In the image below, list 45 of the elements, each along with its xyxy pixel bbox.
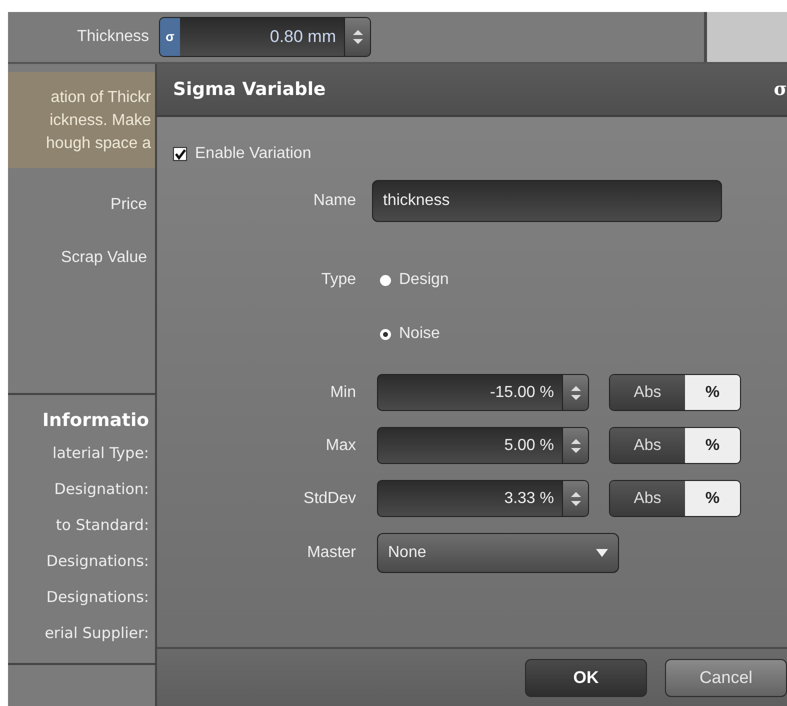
radio-button[interactable] — [380, 328, 391, 340]
field-label: StdDev — [302, 488, 357, 508]
section-heading: Informatio — [42, 409, 149, 433]
dialog-button[interactable]: OK — [525, 658, 647, 696]
sigma-button[interactable]: σ — [160, 18, 180, 56]
info-label: Designation: — [54, 479, 149, 500]
caret-icon — [596, 549, 608, 557]
spinner-icon[interactable] — [562, 481, 588, 516]
info-label: laterial Type: — [52, 443, 149, 464]
dialog-title: Sigma Variable — [173, 78, 326, 102]
checkbox-label: Enable Variation — [195, 144, 312, 164]
field-label: Type — [320, 270, 357, 290]
thickness-field[interactable]: σ 0.80 mm — [159, 17, 371, 57]
sigma-icon: σ — [774, 76, 787, 103]
info-label: to Standard: — [56, 515, 149, 536]
mode-toggle[interactable]: Abs — [610, 428, 685, 463]
info-label: erial Supplier: — [44, 623, 149, 644]
mode-toggle[interactable]: Abs — [610, 481, 685, 516]
field-label: Price — [110, 195, 147, 215]
dialog-button[interactable]: Cancel — [665, 658, 787, 696]
mode-toggle[interactable]: Abs — [610, 375, 685, 410]
field-label: Max — [324, 436, 357, 456]
checkbox[interactable] — [173, 147, 187, 161]
spinner-icon[interactable] — [562, 428, 588, 463]
field-label: Min — [329, 382, 357, 402]
mode-toggle[interactable]: % — [685, 428, 740, 463]
field-label: Name — [312, 191, 357, 211]
field-label: Master — [306, 543, 357, 563]
name-field[interactable]: thickness — [372, 180, 722, 222]
radio-button[interactable] — [380, 274, 391, 286]
radio-label: Noise — [399, 324, 440, 344]
note-text: ation of Thickr ickness. Make hough space a — [46, 88, 151, 154]
spinner-icon[interactable] — [562, 375, 588, 410]
info-label: Designations: — [46, 551, 149, 572]
master-dropdown[interactable]: None — [377, 533, 619, 573]
number-field[interactable]: -15.00 % — [377, 374, 589, 411]
info-label: Designations: — [46, 587, 149, 608]
number-field[interactable]: 5.00 % — [377, 427, 589, 464]
spinner-icon[interactable] — [344, 18, 370, 56]
mode-toggle[interactable]: % — [685, 481, 740, 516]
field-label: Thickness — [76, 27, 149, 47]
number-field[interactable]: 3.33 % — [377, 480, 589, 517]
radio-label: Design — [399, 270, 449, 290]
mode-toggle[interactable]: % — [685, 375, 740, 410]
field-label: Scrap Value — [61, 248, 147, 268]
